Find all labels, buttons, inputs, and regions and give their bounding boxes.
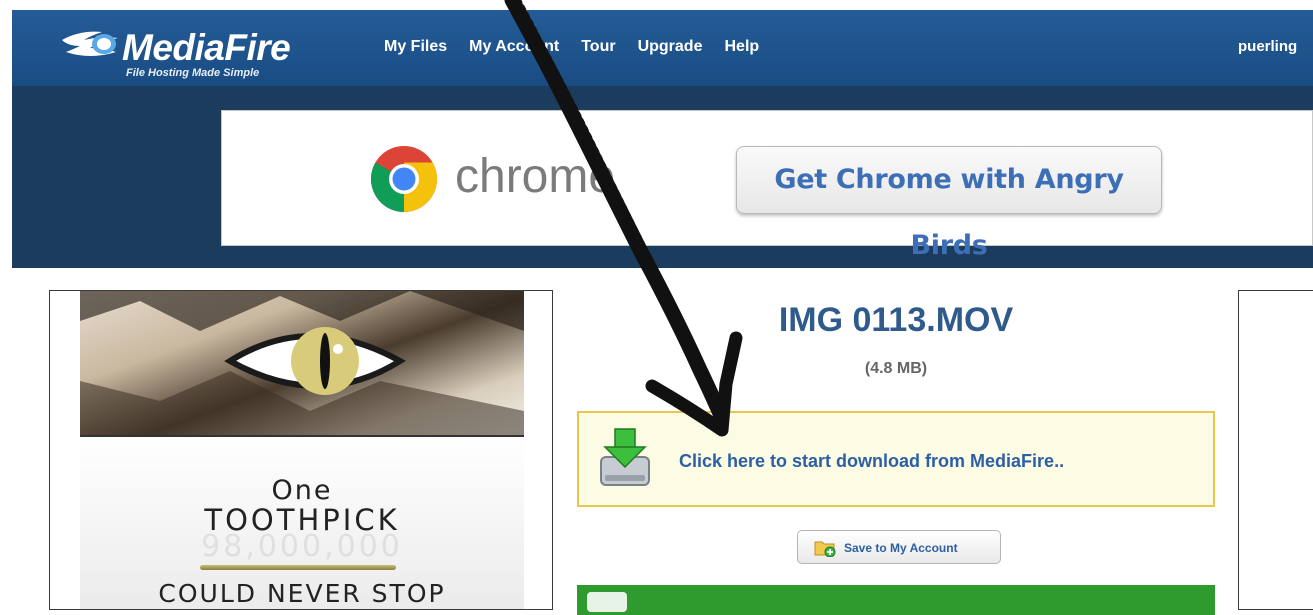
- download-button[interactable]: Click here to start download from MediaF…: [577, 411, 1215, 507]
- tiger-eye-image: [80, 291, 524, 437]
- nav-my-files[interactable]: My Files: [384, 36, 447, 58]
- chrome-wordmark: chrome: [455, 150, 616, 203]
- toothpick-image: [200, 565, 396, 570]
- user-menu[interactable]: puerling: [1238, 36, 1313, 58]
- file-name-title: IMG 0113.MOV: [778, 301, 1014, 339]
- nav-tour[interactable]: Tour: [581, 36, 615, 58]
- side-advertisement[interactable]: 98,000,000 One TOOTHPICK COULD NEVER STO…: [49, 290, 553, 610]
- chrome-logo-icon: [370, 146, 438, 212]
- top-navigation-bar: MediaFire File Hosting Made Simple My Fi…: [12, 10, 1313, 86]
- logo-name: MediaFire: [122, 27, 291, 68]
- mediafire-logo[interactable]: MediaFire File Hosting Made Simple: [60, 22, 330, 82]
- ad-text-panel: 98,000,000 One TOOTHPICK COULD NEVER STO…: [80, 437, 524, 609]
- ad-line-three: COULD NEVER STOP: [158, 579, 446, 608]
- promo-text-cutoff: [641, 590, 1201, 598]
- file-size-label: (4.8 MB): [864, 360, 928, 377]
- save-to-account-label: Save to My Account: [844, 541, 958, 555]
- nav-upgrade[interactable]: Upgrade: [638, 36, 703, 58]
- nav-help[interactable]: Help: [724, 36, 759, 58]
- get-chrome-button[interactable]: Get Chrome with Angry Birds: [736, 146, 1162, 261]
- nav-my-account[interactable]: My Account: [469, 36, 559, 58]
- mediafire-flame-icon: [62, 31, 118, 56]
- chrome-ad-banner[interactable]: chrome Get Chrome with Angry Birds: [221, 110, 1313, 261]
- folder-add-icon: [814, 541, 836, 557]
- download-link-text[interactable]: Click here to start download from MediaF…: [679, 450, 1064, 472]
- logo-tagline: File Hosting Made Simple: [126, 67, 260, 79]
- promo-icon: [587, 592, 627, 612]
- ad-band: chrome Get Chrome with Angry Birds: [12, 86, 1313, 268]
- drive-download-icon: [600, 428, 650, 486]
- main-nav: My Files My Account Tour Upgrade Help: [384, 36, 781, 58]
- tiger-eye-illustration: [80, 291, 524, 435]
- save-to-account-button[interactable]: Save to My Account: [797, 530, 1001, 564]
- ad-line-one: One: [271, 475, 333, 506]
- promo-green-bar[interactable]: [577, 585, 1215, 615]
- ad-line-toothpick: TOOTHPICK: [204, 503, 400, 537]
- right-side-panel: [1238, 290, 1313, 610]
